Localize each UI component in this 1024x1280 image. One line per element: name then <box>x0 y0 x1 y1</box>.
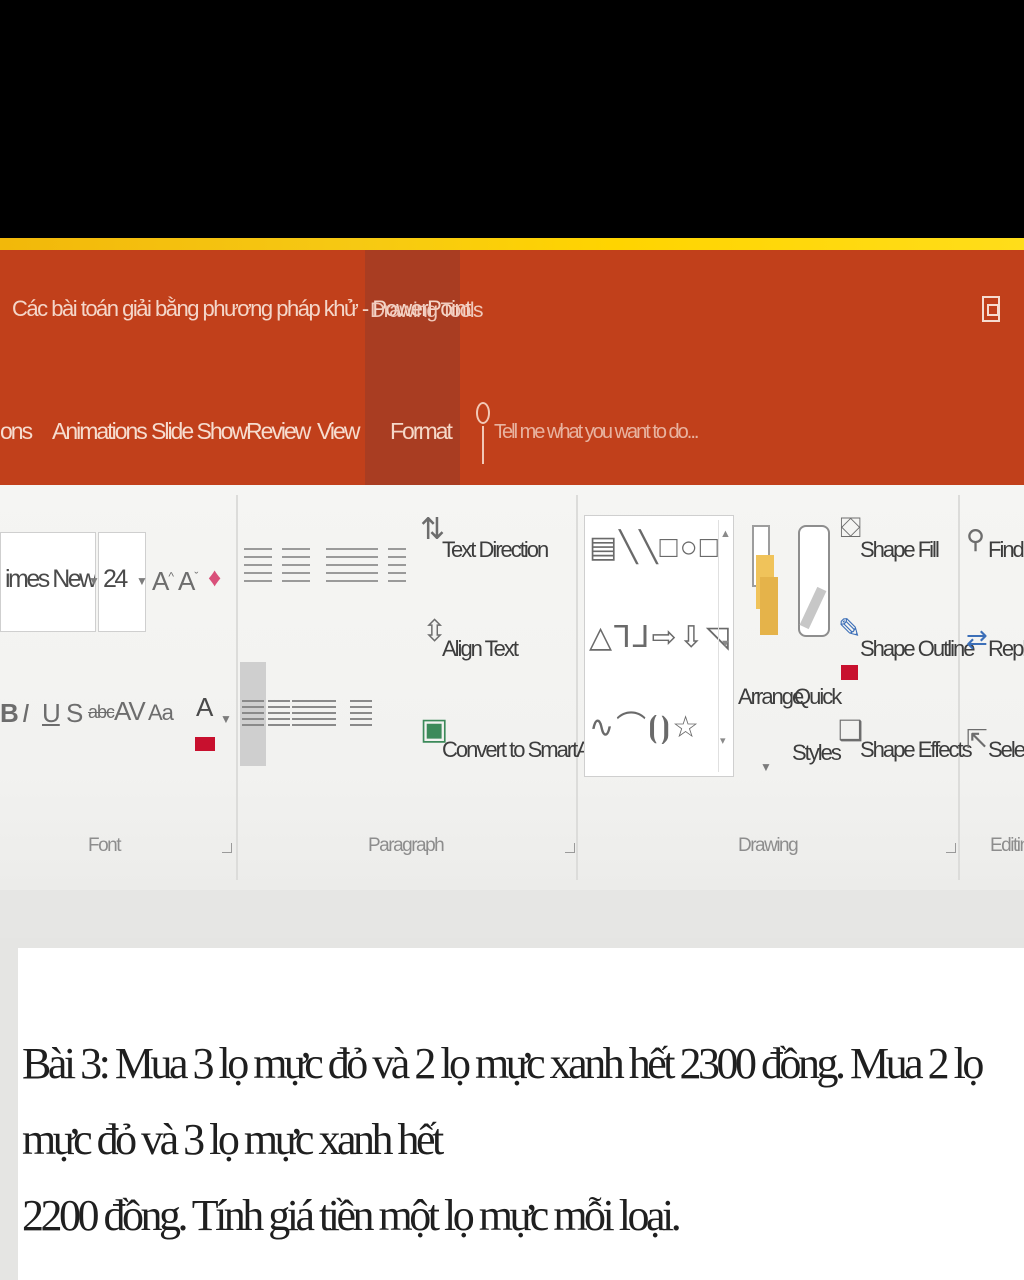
slide-text-box[interactable]: Bài 3: Mua 3 lọ mực đỏ và 2 lọ mực xanh … <box>22 1026 1022 1254</box>
numbering-icon[interactable] <box>282 548 310 582</box>
shapes-row-3[interactable]: ∿⌒⦗⦘☆ <box>589 702 701 746</box>
bullets-icon[interactable] <box>244 548 272 582</box>
search-icon[interactable]: ⚲ <box>966 524 985 555</box>
group-separator <box>576 495 578 880</box>
shrink-font-icon[interactable]: Aˇ <box>178 566 198 597</box>
letterbox-top <box>0 0 1024 238</box>
text-shadow-icon[interactable]: S <box>66 698 83 729</box>
group-separator <box>958 495 960 880</box>
group-label-editing: Editin <box>990 835 1024 856</box>
tab-view[interactable]: View <box>317 418 360 445</box>
replace-button[interactable]: Replac <box>988 636 1024 662</box>
restore-window-icon[interactable] <box>982 296 1000 322</box>
chevron-down-icon[interactable]: ▼ <box>136 574 148 588</box>
columns-icon[interactable] <box>350 700 372 730</box>
outline-color-swatch <box>841 665 858 680</box>
justify-icon[interactable] <box>314 700 336 730</box>
scroll-down-icon[interactable]: ▼ <box>720 638 731 650</box>
font-name-combobox[interactable]: imes New Ror <box>0 532 96 632</box>
shapes-gallery[interactable]: ▤╲╲□○□ △⅂⅃⇨⇩◹ ∿⌒⦗⦘☆ <box>584 515 734 777</box>
shape-effects-button[interactable]: Shape Effects <box>860 737 973 763</box>
text-direction-icon[interactable]: ⇅ <box>420 512 445 547</box>
clear-formatting-icon[interactable]: ♦ <box>208 562 221 593</box>
strikethrough-icon[interactable]: abc <box>88 702 115 723</box>
convert-to-smartart-button[interactable]: Convert to SmartArt <box>442 737 600 763</box>
chevron-down-icon[interactable]: ▼ <box>88 574 100 588</box>
group-label-paragraph: Paragraph <box>368 835 445 856</box>
contextual-tab-band <box>365 250 460 485</box>
tab-transitions[interactable]: ons <box>0 418 33 445</box>
group-label-font: Font <box>88 835 122 856</box>
more-shapes-icon[interactable]: ▾ <box>720 734 726 747</box>
align-left-icon[interactable] <box>242 700 264 730</box>
font-color-swatch <box>195 737 215 751</box>
change-case-icon[interactable]: Aa <box>148 700 174 726</box>
tab-slide-show[interactable]: Slide Show <box>151 418 248 445</box>
group-separator <box>236 495 238 880</box>
slide-text-line: 2200 đồng. Tính giá tiền một lọ mực mỗi … <box>22 1191 682 1240</box>
underline-icon[interactable]: U <box>42 698 61 729</box>
quick-styles-label[interactable]: Quick <box>794 684 842 710</box>
lightbulb-icon <box>476 402 490 464</box>
slide-text-line: Bài 3: Mua 3 lọ mực đỏ và 2 lọ mực xanh … <box>22 1039 984 1164</box>
drawing-dialog-launcher-icon[interactable] <box>946 843 956 853</box>
replace-icon[interactable]: ⇄ <box>966 624 988 655</box>
quick-styles-icon[interactable] <box>798 525 830 637</box>
arrange-icon[interactable] <box>752 525 778 635</box>
shapes-row-1[interactable]: ▤╲╲□○□ <box>589 530 720 565</box>
context-group-title: Drawing Tools <box>370 299 484 322</box>
tab-format[interactable]: Format <box>390 418 453 445</box>
font-color-icon[interactable]: A <box>196 692 213 723</box>
paint-bucket-icon[interactable]: ⛋ <box>840 512 861 545</box>
character-spacing-icon[interactable]: AV <box>114 696 146 727</box>
shape-outline-button[interactable]: Shape Outline <box>860 636 975 662</box>
cursor-icon[interactable]: ⇱ <box>966 724 988 755</box>
scroll-up-icon[interactable]: ▲ <box>720 528 731 540</box>
tab-review[interactable]: Review <box>246 418 311 445</box>
select-button[interactable]: Select <box>988 737 1024 763</box>
shape-effects-icon[interactable]: ❑ <box>838 714 863 747</box>
increase-indent-icon[interactable] <box>350 548 378 582</box>
find-button[interactable]: Find <box>988 537 1024 563</box>
quick-styles-label-2[interactable]: Styles <box>792 740 842 766</box>
align-right-icon[interactable] <box>292 700 314 730</box>
align-text-button[interactable]: Align Text <box>442 636 519 662</box>
tell-me-search[interactable]: Tell me what you want to do... <box>494 421 699 444</box>
bold-icon[interactable]: B <box>0 698 19 729</box>
line-spacing-icon[interactable] <box>388 548 406 582</box>
paragraph-dialog-launcher-icon[interactable] <box>565 843 575 853</box>
chevron-down-icon[interactable]: ▼ <box>760 760 772 774</box>
gallery-scrollbar[interactable]: ▲ ▼ ▾ <box>718 520 732 772</box>
shape-fill-button[interactable]: Shape Fill <box>860 537 940 563</box>
shapes-row-2[interactable]: △⅂⅃⇨⇩◹ <box>589 620 731 655</box>
group-label-drawing: Drawing <box>738 835 799 856</box>
grow-font-icon[interactable]: A^ <box>152 566 174 597</box>
arrange-button[interactable]: Arrange <box>738 684 804 710</box>
highlight-bar <box>0 238 1024 250</box>
italic-icon[interactable]: I <box>22 698 29 729</box>
chevron-down-icon[interactable]: ▼ <box>220 712 232 726</box>
tab-animations[interactable]: Animations <box>52 418 148 445</box>
font-dialog-launcher-icon[interactable] <box>222 843 232 853</box>
text-direction-button[interactable]: Text Direction <box>442 537 549 563</box>
pen-icon[interactable]: ✎ <box>838 612 861 645</box>
ribbon-bottom-strip <box>0 890 1024 938</box>
center-icon[interactable] <box>268 700 290 730</box>
